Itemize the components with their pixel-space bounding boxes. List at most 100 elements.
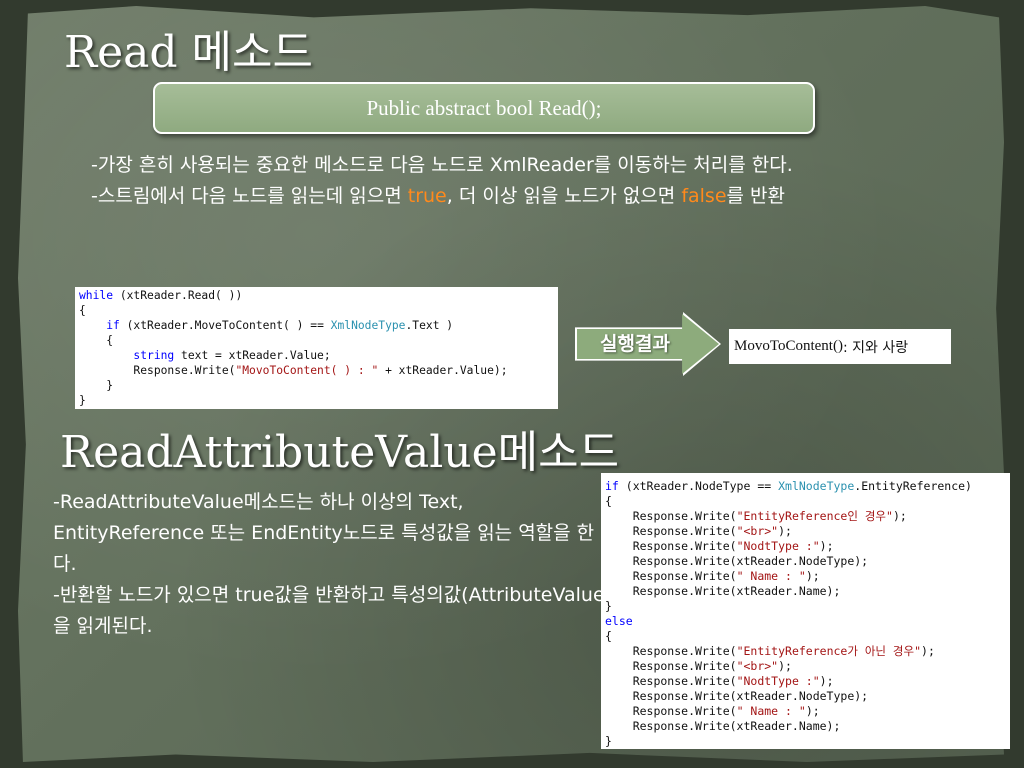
code-token: Response.Write( [605, 644, 737, 658]
result-text: : 지와 사랑 [842, 339, 909, 356]
code-token: Response.Write(xtReader.NodeType); [605, 554, 869, 568]
code-token: { [605, 494, 612, 508]
keyword-true: true [407, 185, 447, 207]
slide-title-readattributevalue: ReadAttributeValue메소드 [60, 427, 620, 478]
code-token: Response.Write( [605, 659, 737, 673]
code-token: "EntityReference가 아닌 경우" [736, 644, 922, 658]
readattributevalue-description-line1: -ReadAttributeValue메소드는 하나 이상의 Text, Ent… [53, 491, 595, 575]
code-token: Response.Write( [605, 509, 737, 523]
desc-text: 를 반환 [726, 185, 785, 207]
code-token: .Text ) [405, 319, 454, 332]
method-signature-box: Public abstract bool Read(); [153, 82, 815, 134]
read-description: -가장 흔히 사용되는 중요한 메소드로 다음 노드로 XmlReader를 이… [91, 150, 891, 212]
code-token: ); [921, 644, 935, 658]
code-line: if (xtReader.MoveToContent( ) == XmlNode… [79, 318, 554, 333]
code-token: ); [892, 509, 907, 523]
code-token: } [605, 599, 612, 613]
desc-text: , 더 이상 읽을 노드가 없으면 [446, 185, 682, 207]
code-line: Response.Write(" Name : "); [605, 704, 1006, 719]
code-token: Response.Write( [605, 674, 737, 688]
code-token: string [133, 349, 175, 362]
read-code-sample: while (xtReader.Read( )){ if (xtReader.M… [75, 287, 558, 409]
code-token: { [605, 629, 612, 643]
readattributevalue-code-sample: if (xtReader.NodeType == XmlNodeType.Ent… [601, 473, 1010, 749]
code-token: while [79, 289, 114, 302]
code-token: ); [819, 539, 834, 553]
code-line: } [605, 734, 1006, 749]
code-line: Response.Write("<br>"); [605, 524, 1006, 539]
keyword-false: false [681, 185, 727, 207]
code-token: Response.Write(xtReader.Name); [605, 719, 841, 733]
code-token: "MovoToContent( ) : " [235, 364, 379, 377]
code-line: { [79, 303, 554, 318]
code-token: Response.Write( [605, 704, 737, 718]
code-token: + xtReader.Value); [378, 364, 508, 377]
code-line: { [605, 494, 1006, 509]
code-token: } [79, 394, 86, 407]
code-line: { [605, 629, 1006, 644]
code-token: Response.Write( [605, 524, 737, 538]
code-token: XmlNodeType [778, 479, 855, 493]
code-token: (xtReader.NodeType == [618, 479, 779, 493]
code-token: (xtReader.MoveToContent( ) == [119, 319, 331, 332]
execution-result-box: MovoToContent() : 지와 사랑 [729, 329, 951, 364]
read-description-line1: -가장 흔히 사용되는 중요한 메소드로 다음 노드로 XmlReader를 이… [91, 154, 793, 176]
code-token: "<br>" [736, 524, 779, 538]
code-line: Response.Write(xtReader.NodeType); [605, 689, 1006, 704]
code-token: if [106, 319, 120, 332]
code-token: ); [778, 659, 792, 673]
code-token: Response.Write(xtReader.NodeType); [605, 689, 869, 703]
code-token: } [79, 379, 114, 392]
code-token: "EntityReference인 경우" [736, 509, 893, 523]
code-line: string text = xtReader.Value; [79, 348, 554, 363]
code-line: Response.Write("NodtType :"); [605, 539, 1006, 554]
code-token: ); [805, 704, 820, 718]
slide-title-read: Read 메소드 [64, 27, 313, 78]
code-line: Response.Write(" Name : "); [605, 569, 1006, 584]
code-token: ); [819, 674, 834, 688]
code-token: Response.Write( [605, 539, 737, 553]
result-method: MovoToContent() [734, 338, 843, 354]
code-line: Response.Write("NodtType :"); [605, 674, 1006, 689]
code-line: else [605, 614, 1006, 629]
code-line: Response.Write("EntityReference인 경우"); [605, 509, 1006, 524]
code-token: Response.Write(xtReader.Name); [605, 584, 841, 598]
code-line: while (xtReader.Read( )) [79, 288, 554, 303]
code-line: if (xtReader.NodeType == XmlNodeType.Ent… [605, 479, 1006, 494]
code-line: { [79, 333, 554, 348]
code-token: Response.Write( [79, 364, 236, 377]
code-line: Response.Write("MovoToContent( ) : " + x… [79, 363, 554, 378]
code-token: " Name : " [736, 569, 806, 583]
method-signature: Public abstract bool Read(); [366, 95, 602, 120]
code-token: } [605, 734, 612, 748]
code-line: } [79, 393, 554, 408]
code-token: ); [805, 569, 820, 583]
code-token: else [605, 614, 633, 628]
code-token: { [79, 334, 114, 347]
read-description-line2: -스트림에서 다음 노드를 읽는데 읽으면 true, 더 이상 읽을 노드가 … [91, 181, 891, 212]
code-token: if [605, 479, 619, 493]
desc-text: -스트림에서 다음 노드를 읽는데 읽으면 [91, 185, 408, 207]
code-token: text = xtReader.Value; [174, 349, 331, 362]
code-line: Response.Write(xtReader.NodeType); [605, 554, 1006, 569]
code-line: Response.Write(xtReader.Name); [605, 719, 1006, 734]
code-token: XmlNodeType [330, 319, 406, 332]
code-line: Response.Write(xtReader.Name); [605, 584, 1006, 599]
code-line: } [605, 599, 1006, 614]
code-token: Response.Write( [605, 569, 737, 583]
code-token: .EntityReference) [854, 479, 972, 493]
code-line: } [79, 378, 554, 393]
code-token: (xtReader.Read( )) [113, 289, 243, 302]
readattributevalue-description-line2: -반환할 노드가 있으면 true값을 반환하고 특성의값(AttributeV… [53, 584, 613, 637]
code-token: "<br>" [736, 659, 779, 673]
code-token: "NodtType :" [736, 539, 820, 553]
code-line: Response.Write("<br>"); [605, 659, 1006, 674]
code-line: Response.Write("EntityReference가 아닌 경우")… [605, 644, 1006, 659]
code-token: " Name : " [736, 704, 806, 718]
readattributevalue-description: -ReadAttributeValue메소드는 하나 이상의 Text, Ent… [53, 487, 613, 642]
arrow-label: 실행결과 [600, 333, 670, 355]
code-token: "NodtType :" [736, 674, 820, 688]
code-token: { [79, 304, 86, 317]
